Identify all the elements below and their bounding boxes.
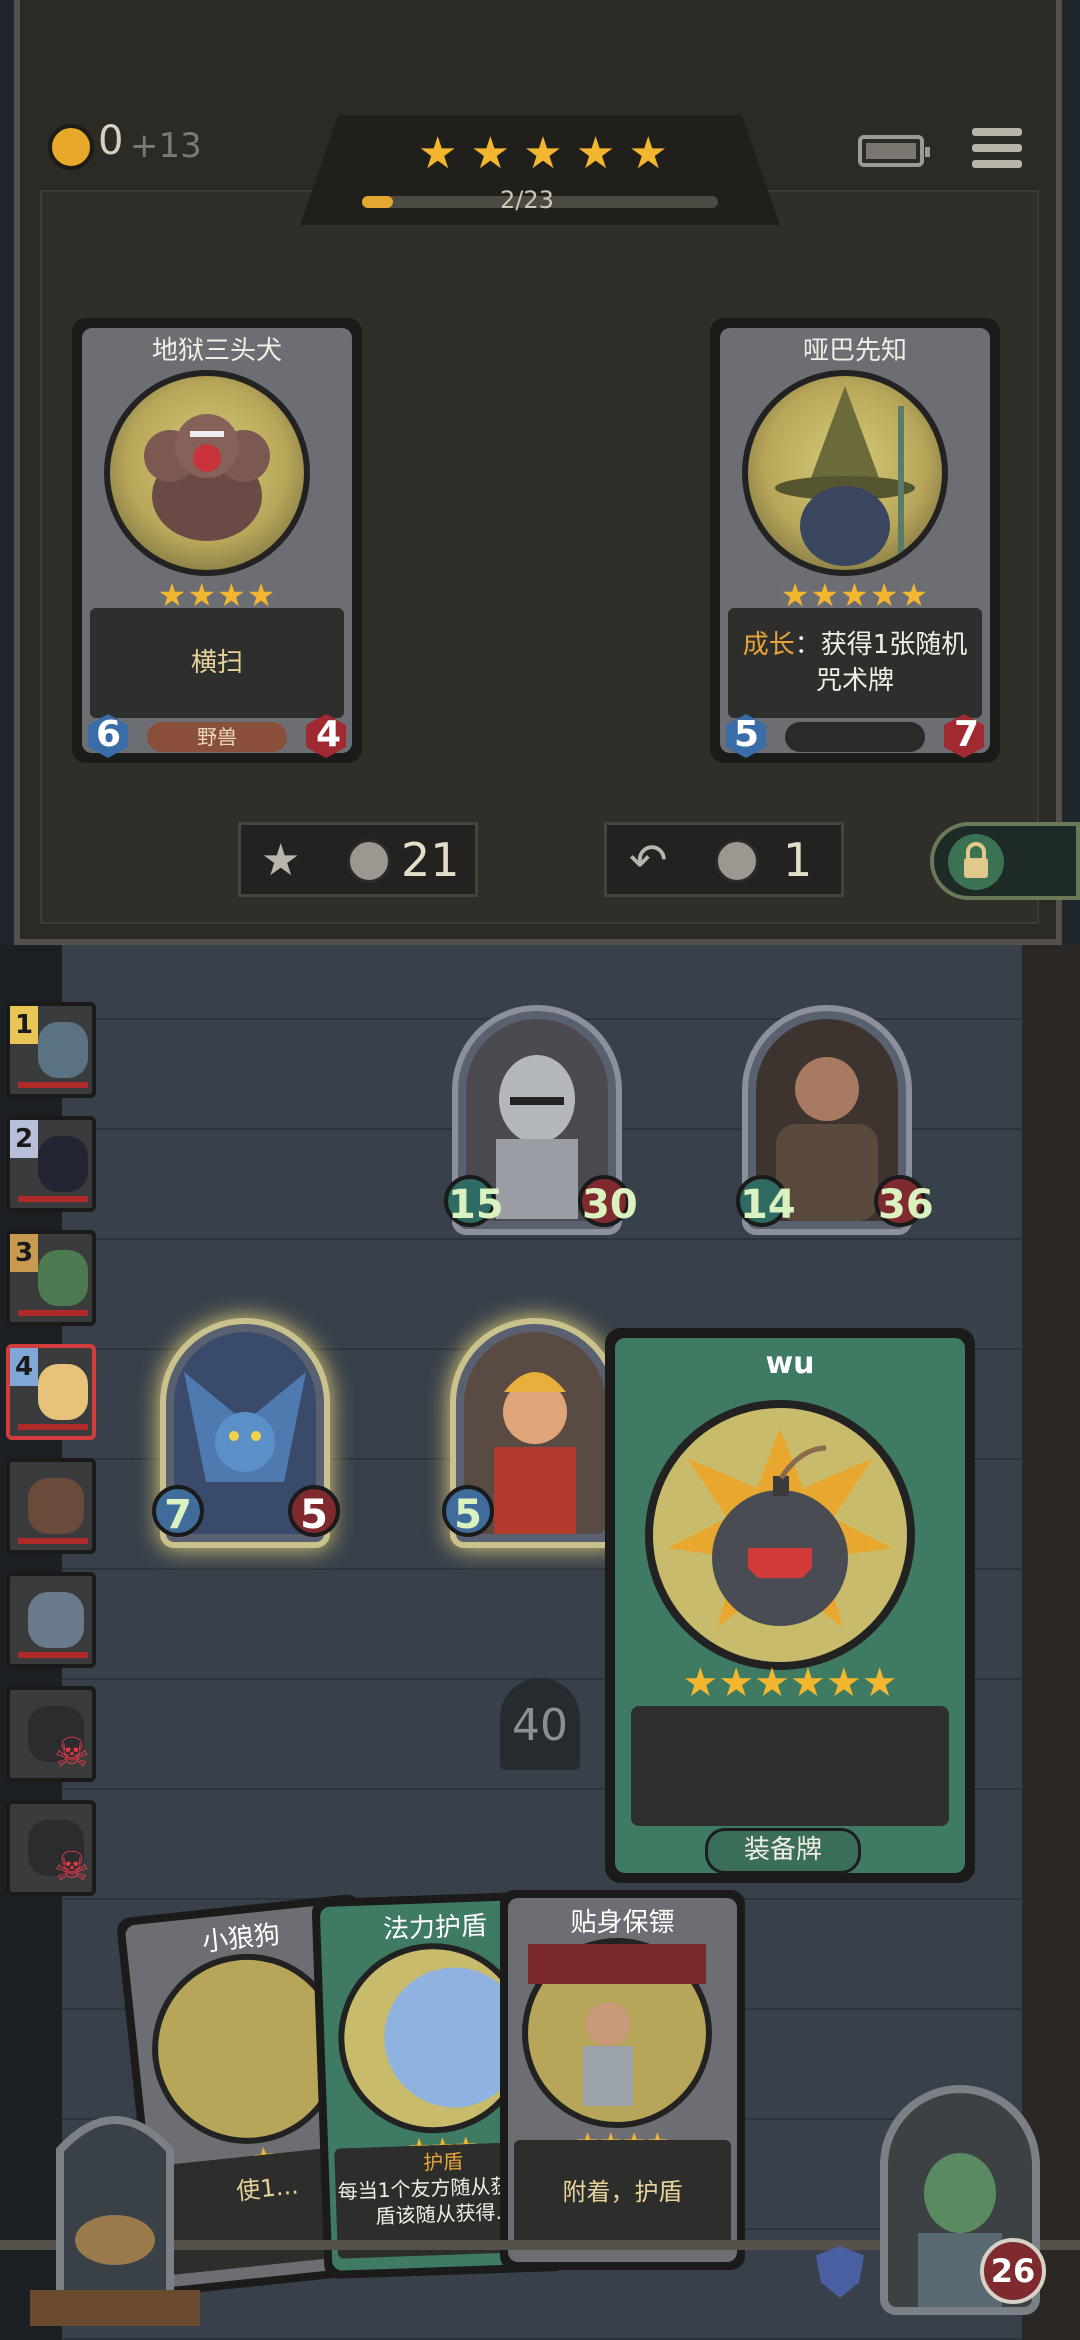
- enemy-attack: 14: [736, 1175, 796, 1228]
- cage-pet-button[interactable]: [10, 2090, 220, 2330]
- bodyguard-portrait: [522, 1938, 712, 2128]
- opponent-slot-self[interactable]: 4: [6, 1344, 96, 1440]
- menu-icon[interactable]: [972, 128, 1022, 176]
- tier-progress-text: 2/23: [500, 186, 554, 214]
- tier-stars: ★ ★ ★ ★ ★: [418, 128, 668, 179]
- enemy-attack: 15: [444, 1175, 504, 1228]
- cerberus-portrait: [104, 370, 310, 576]
- card-title: 地狱三头犬: [151, 336, 282, 366]
- star-icon: ★: [418, 128, 458, 179]
- opponent-avatar: [38, 1136, 88, 1192]
- opponent-slot[interactable]: [6, 1572, 96, 1668]
- opponent-slot-eliminated[interactable]: ☠: [6, 1800, 96, 1896]
- shop-card-mute-prophet[interactable]: 哑巴先知 ★★★★★ 成长：获得1张随机咒术牌 5 7: [710, 318, 1000, 763]
- opponent-slot[interactable]: 2: [6, 1116, 96, 1212]
- card-attack: 5: [734, 714, 760, 755]
- desc-keyword: 成长: [742, 630, 795, 660]
- coin-income: +13: [130, 126, 202, 166]
- tier-progress-fill: [362, 196, 393, 208]
- opponent-rank: 1: [10, 1006, 38, 1044]
- equipment-stars: ★★★★★★: [682, 1660, 898, 1706]
- equipment-description: [631, 1706, 949, 1826]
- star-icon: ★: [470, 128, 511, 179]
- refresh-cost: 1: [783, 833, 813, 887]
- card-attack: 6: [96, 714, 122, 755]
- hand-card-bodyguard[interactable]: 贴身保镖 ★★★★ 附着，护盾: [500, 1890, 745, 2270]
- equipment-tag: 装备牌: [705, 1828, 861, 1874]
- star-icon: ★: [628, 128, 668, 179]
- opponent-avatar: [38, 1364, 88, 1420]
- battery-icon: [858, 135, 930, 167]
- player-attack: 7: [152, 1485, 204, 1538]
- hero-health: 26: [980, 2238, 1046, 2304]
- opponent-rank: 4: [10, 1348, 38, 1386]
- equipment-card-preview[interactable]: wu ★★★★★★ 装备牌: [605, 1328, 975, 1883]
- coin-icon: [715, 839, 759, 883]
- player-attack: 5: [442, 1485, 494, 1538]
- star-icon: ★: [523, 128, 563, 179]
- card-description: 成长：获得1张随机咒术牌: [728, 608, 982, 718]
- deck-counter: 40: [500, 1678, 580, 1770]
- lock-icon: [948, 834, 1004, 890]
- coin-icon: [48, 124, 94, 170]
- skull-icon: ☠: [54, 1730, 90, 1776]
- lock-shop-button[interactable]: [930, 822, 1080, 900]
- opponent-slot[interactable]: 3: [6, 1230, 96, 1326]
- opponent-avatar: [38, 1022, 88, 1078]
- opponent-rank: 3: [10, 1234, 38, 1272]
- star-icon: ★: [575, 128, 616, 179]
- hand-card-description: 附着，护盾: [514, 2140, 731, 2250]
- equipment-title: wu: [765, 1346, 815, 1381]
- bomb-portrait: [645, 1400, 915, 1670]
- refresh-button[interactable]: ↶ 1: [604, 822, 844, 897]
- skull-icon: ☠: [54, 1844, 90, 1890]
- card-health: 4: [316, 714, 342, 755]
- shop-card-cerberus[interactable]: 地狱三头犬 ★★★★ 横扫 6 4 野兽: [72, 318, 362, 763]
- upgrade-cost: 21: [401, 833, 460, 887]
- coin-icon: [347, 839, 391, 883]
- hand-card-title: 贴身保镖: [570, 1908, 675, 1938]
- upgrade-tavern-button[interactable]: ★ 21: [238, 822, 478, 897]
- opponent-rank: 2: [10, 1120, 38, 1158]
- opponent-slot[interactable]: 1: [6, 1002, 96, 1098]
- player-health: 5: [288, 1485, 340, 1538]
- card-tribe-tag: [785, 722, 925, 752]
- opponent-avatar: [28, 1478, 84, 1534]
- opponent-slot-eliminated[interactable]: ☠: [6, 1686, 96, 1782]
- enemy-health: 36: [874, 1175, 934, 1228]
- card-tribe-tag: 野兽: [147, 722, 287, 752]
- enemy-health: 30: [578, 1175, 638, 1228]
- opponent-avatar: [38, 1250, 88, 1306]
- opponent-avatar: [28, 1592, 84, 1648]
- card-description: 横扫: [90, 608, 344, 718]
- refresh-icon: ↶: [629, 833, 668, 887]
- upgrade-star-icon: ★: [261, 835, 301, 886]
- coin-count: 0: [98, 118, 124, 164]
- prophet-portrait: [742, 370, 948, 576]
- card-health: 7: [954, 714, 980, 755]
- opponent-slot[interactable]: [6, 1458, 96, 1554]
- card-title: 哑巴先知: [802, 336, 907, 366]
